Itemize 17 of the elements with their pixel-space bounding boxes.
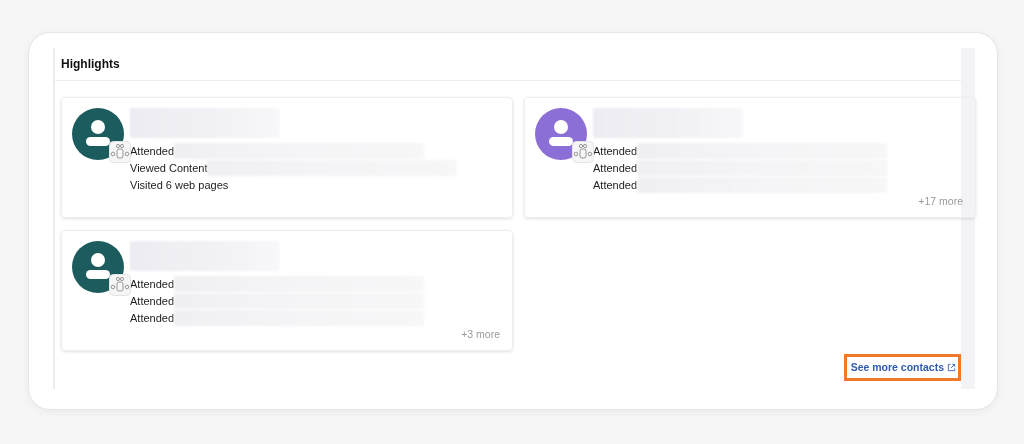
activity-label: Attended	[593, 178, 638, 191]
activity-label: Visited 6 web pages	[130, 178, 229, 191]
activity-label: Attended	[130, 311, 175, 324]
activity-label: Attended	[130, 277, 175, 290]
see-more-link[interactable]: See more contacts	[843, 354, 961, 381]
section-title: Highlights	[61, 57, 120, 71]
more-count: +17 more	[918, 195, 963, 207]
activity-label: Attended	[130, 144, 175, 157]
network-badge-icon	[109, 141, 131, 163]
activity-label: Attended	[593, 161, 638, 174]
activity-label: Attended	[593, 144, 638, 157]
external-link-icon	[947, 362, 956, 372]
activity-label: Attended	[130, 294, 175, 307]
activity-label: Viewed Content	[130, 161, 208, 174]
network-badge-icon	[572, 141, 594, 163]
more-count: +3 more	[461, 328, 500, 340]
network-badge-icon	[109, 274, 131, 296]
